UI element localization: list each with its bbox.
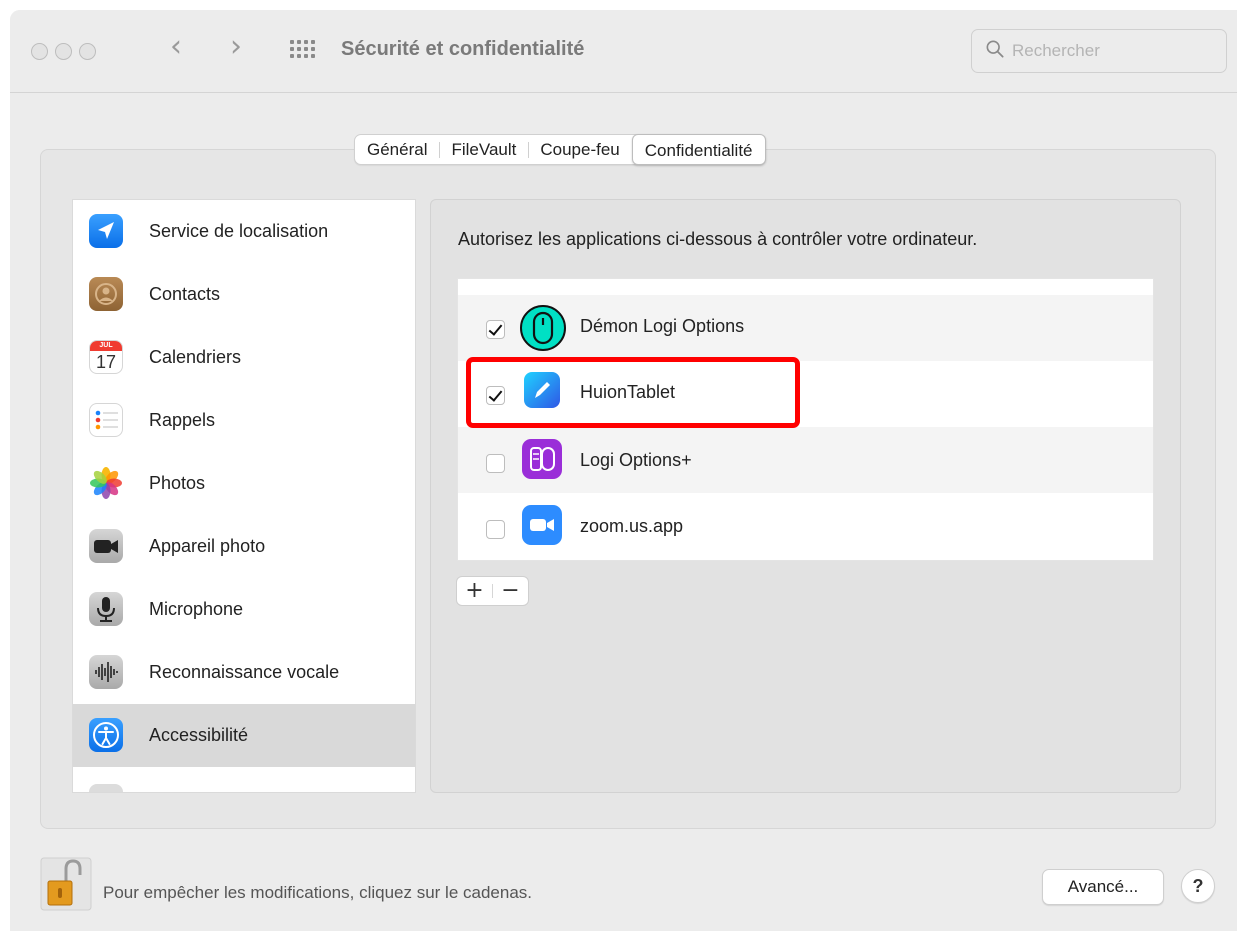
preferences-window: ‹ › Sécurité et confidentialité Général … [10, 10, 1237, 931]
sidebar-item-speech-recognition[interactable]: Reconnaissance vocale [73, 641, 415, 704]
list-item[interactable]: Logi Options+ [458, 427, 1153, 493]
sidebar-item-label: Reconnaissance vocale [149, 662, 340, 682]
sidebar-item-label: Contacts [149, 284, 221, 304]
reminders-icon [89, 403, 123, 437]
logi-options-plus-icon [522, 439, 562, 479]
accessibility-icon [89, 718, 123, 752]
back-chevron-icon[interactable]: ‹ [170, 32, 182, 62]
zoom-camera-icon [522, 505, 562, 545]
sidebar-item-contacts[interactable]: Contacts [73, 263, 415, 326]
list-item[interactable]: HuionTablet [458, 361, 1153, 427]
app-checkbox[interactable] [486, 320, 505, 339]
search-input[interactable] [1012, 38, 1212, 64]
sidebar-item-photos[interactable]: Photos [73, 452, 415, 515]
app-list: Démon Logi Options HuionTablet Logi Opti… [457, 278, 1154, 561]
sidebar-item-calendars[interactable]: JUL 17 Calendriers [73, 326, 415, 389]
forward-chevron-icon[interactable]: › [230, 32, 242, 62]
calendar-month: JUL [90, 341, 122, 351]
advanced-button[interactable]: Avancé... [1042, 869, 1164, 905]
add-app-button[interactable]: + [457, 577, 492, 605]
lock-icon[interactable] [40, 857, 92, 911]
calendar-day: 17 [95, 352, 117, 372]
show-all-grid-icon[interactable] [290, 40, 316, 62]
sidebar-item-camera[interactable]: Appareil photo [73, 515, 415, 578]
close-window-button[interactable] [31, 43, 48, 60]
zoom-window-button[interactable] [79, 43, 96, 60]
panel-description: Autorisez les applications ci-dessous à … [458, 229, 978, 249]
speech-recognition-icon [89, 655, 123, 689]
contacts-icon [89, 277, 123, 311]
sidebar-item-label: Microphone [149, 599, 244, 619]
title-bar: ‹ › Sécurité et confidentialité [10, 10, 1237, 93]
app-checkbox[interactable] [486, 520, 505, 539]
sidebar-item-label: Appareil photo [149, 536, 266, 556]
sidebar-item-label: Calendriers [149, 347, 242, 367]
microphone-icon [89, 592, 123, 626]
help-button[interactable]: ? [1181, 869, 1215, 903]
search-field[interactable] [971, 29, 1227, 73]
huion-pen-icon [524, 372, 560, 408]
privacy-category-list[interactable]: Service de localisation Contacts JUL 17 … [72, 199, 416, 793]
camera-icon [89, 529, 123, 563]
partial-icon [89, 784, 123, 792]
app-name: Logi Options+ [580, 450, 692, 470]
sidebar-item-partial[interactable] [73, 767, 415, 792]
sidebar-item-label: Accessibilité [149, 725, 249, 745]
location-arrow-icon [89, 214, 123, 248]
sidebar-item-label: Photos [149, 473, 206, 493]
sidebar-item-label: Service de localisation [149, 221, 329, 241]
photos-icon [89, 466, 123, 500]
logi-mouse-icon [520, 305, 566, 351]
calendar-icon: JUL 17 [89, 340, 123, 374]
app-name: HuionTablet [580, 382, 676, 402]
search-icon [986, 40, 1004, 58]
remove-app-button[interactable]: − [493, 577, 528, 605]
app-name: Démon Logi Options [580, 316, 745, 336]
list-item[interactable]: Démon Logi Options [458, 295, 1153, 361]
minimize-window-button[interactable] [55, 43, 72, 60]
sidebar-item-location[interactable]: Service de localisation [73, 200, 415, 263]
tab-privacy[interactable]: Confidentialité [631, 134, 766, 165]
sidebar-item-accessibility[interactable]: Accessibilité [73, 704, 415, 767]
add-remove-control: + − [456, 576, 529, 606]
tab-firewall[interactable]: Coupe-feu [528, 135, 631, 164]
sidebar-item-reminders[interactable]: Rappels [73, 389, 415, 452]
sidebar-item-label: Rappels [149, 410, 216, 430]
sidebar-item-microphone[interactable]: Microphone [73, 578, 415, 641]
list-item[interactable]: zoom.us.app [458, 493, 1153, 559]
app-checkbox[interactable] [486, 386, 505, 405]
app-checkbox[interactable] [486, 454, 505, 473]
window-title: Sécurité et confidentialité [341, 38, 585, 60]
tab-filevault[interactable]: FileVault [439, 135, 528, 164]
app-name: zoom.us.app [580, 516, 684, 536]
tab-general[interactable]: Général [355, 135, 439, 164]
lock-instructions: Pour empêcher les modifications, cliquez… [103, 883, 532, 902]
tab-bar: Général FileVault Coupe-feu Confidential… [354, 134, 766, 165]
